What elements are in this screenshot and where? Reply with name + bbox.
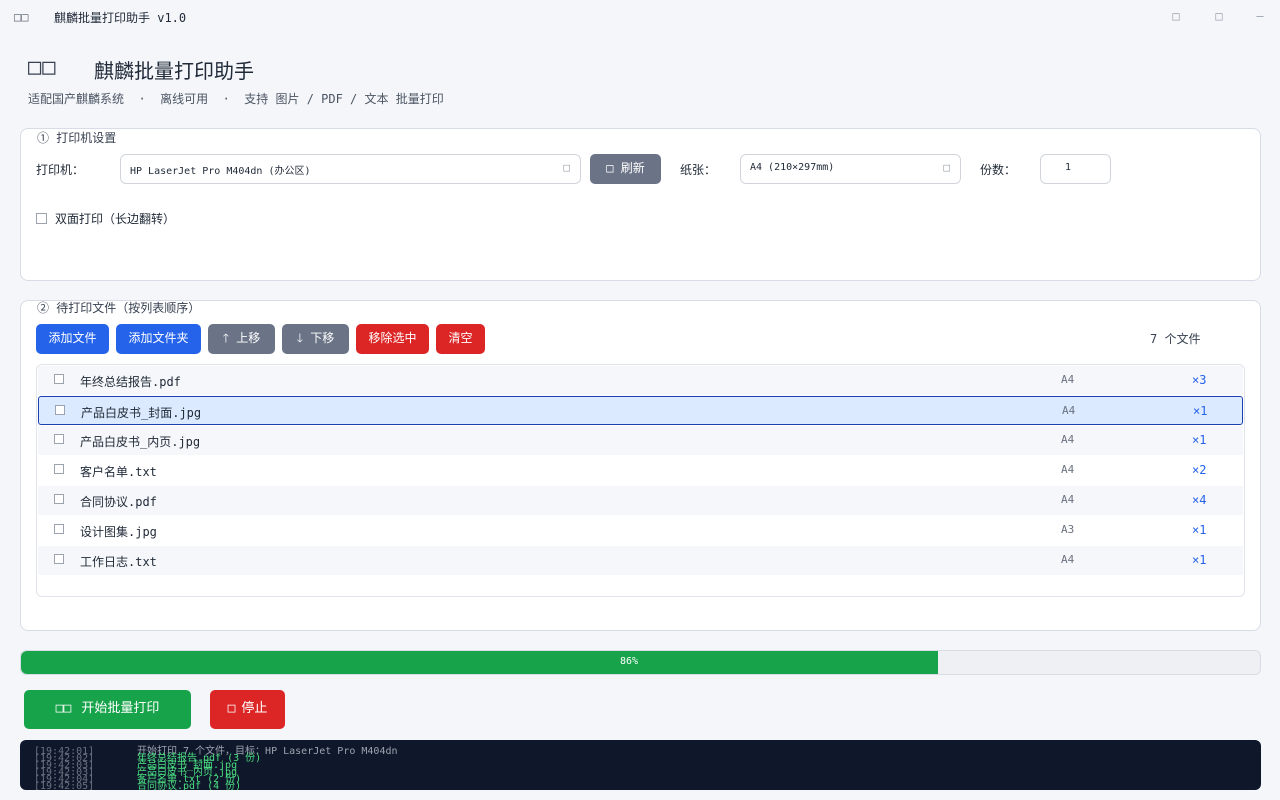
duplex-checkbox[interactable]: 双面打印（长边翻转） xyxy=(36,210,175,227)
file-copies: ×1 xyxy=(1192,433,1207,447)
file-copies: ×1 xyxy=(1193,404,1208,418)
printer-icon: □□ xyxy=(28,55,57,80)
printer-select-value: HP LaserJet Pro M404dn (办公区) xyxy=(130,166,311,177)
file-count: 7 个文件 xyxy=(1150,332,1201,346)
file-name: 设计图集.jpg xyxy=(80,525,157,539)
print-icon: □□ xyxy=(55,701,72,716)
app-icon: □□ xyxy=(14,10,29,24)
progress-text: 86% xyxy=(619,656,639,667)
printer-settings-group: ① 打印机设置 xyxy=(20,128,1261,281)
refresh-label: 刷新 xyxy=(620,161,645,175)
paper-select-value: A4 (210×297mm) xyxy=(750,162,835,173)
file-list-title: ② 待打印文件（按列表顺序） xyxy=(37,301,201,315)
start-print-button[interactable]: □□ 开始批量打印 xyxy=(24,690,191,729)
maximize-button[interactable]: □ xyxy=(1212,9,1226,23)
close-button[interactable]: — xyxy=(1253,9,1267,23)
row-checkbox[interactable] xyxy=(54,524,64,534)
file-row[interactable]: 工作日志.txt A4 ×1 xyxy=(38,546,1243,575)
copies-value: 1 xyxy=(1065,162,1072,173)
file-name: 合同协议.pdf xyxy=(80,495,157,509)
file-name: 产品白皮书_内页.jpg xyxy=(80,435,201,449)
checkbox-box[interactable] xyxy=(36,213,47,224)
file-name: 工作日志.txt xyxy=(80,555,157,569)
file-paper: A3 xyxy=(1061,523,1075,536)
file-paper: A4 xyxy=(1061,463,1075,476)
file-row[interactable]: 设计图集.jpg A3 ×1 xyxy=(38,516,1243,545)
file-paper: A4 xyxy=(1061,433,1075,446)
move-up-button[interactable]: 🡑 上移 xyxy=(208,324,275,354)
file-row[interactable]: 产品白皮书_内页.jpg A4 ×1 xyxy=(38,426,1243,455)
copies-spinbox[interactable]: 1 xyxy=(1040,154,1111,184)
printer-select[interactable]: HP LaserJet Pro M404dn (办公区) □ xyxy=(120,154,581,184)
printer-settings-title: ① 打印机设置 xyxy=(37,131,117,145)
paper-select[interactable]: A4 (210×297mm) □ xyxy=(740,154,961,184)
copies-label: 份数： xyxy=(980,163,1017,177)
row-checkbox[interactable] xyxy=(54,494,64,504)
row-checkbox[interactable] xyxy=(54,374,64,384)
file-paper: A4 xyxy=(1062,404,1076,417)
stop-icon: □ xyxy=(227,701,236,716)
row-checkbox[interactable] xyxy=(54,434,64,444)
chevron-down-icon: □ xyxy=(943,161,950,174)
add-folder-button[interactable]: 添加文件夹 xyxy=(116,324,201,354)
file-copies: ×3 xyxy=(1192,373,1207,387)
window-title: 麒麟批量打印助手 v1.0 xyxy=(54,11,187,25)
row-checkbox[interactable] xyxy=(54,554,64,564)
stop-label: 停止 xyxy=(241,701,268,716)
move-down-label: 下移 xyxy=(310,331,335,345)
page-title: 麒麟批量打印助手 xyxy=(94,59,254,83)
print-progress-bar: 86% xyxy=(20,650,1261,675)
row-checkbox[interactable] xyxy=(55,405,65,415)
arrow-down-icon: 🡓 xyxy=(296,331,303,345)
file-name: 年终总结报告.pdf xyxy=(80,375,181,389)
chevron-down-icon: □ xyxy=(563,161,570,174)
arrow-up-icon: 🡑 xyxy=(222,331,229,345)
log-message: 合同协议.pdf (4 份) xyxy=(137,781,242,791)
paper-label: 纸张： xyxy=(680,163,717,177)
duplex-label: 双面打印（长边翻转） xyxy=(55,212,176,226)
file-name: 客户名单.txt xyxy=(80,465,157,479)
file-row[interactable]: 年终总结报告.pdf A4 ×3 xyxy=(38,366,1243,395)
file-paper: A4 xyxy=(1061,493,1075,506)
clear-button[interactable]: 清空 xyxy=(436,324,485,354)
file-copies: ×2 xyxy=(1192,463,1207,477)
stop-button[interactable]: □ 停止 xyxy=(210,690,285,729)
file-list[interactable]: 年终总结报告.pdf A4 ×3 产品白皮书_封面.jpg A4 ×1 产品白皮书_内页.j… xyxy=(36,364,1245,597)
file-copies: ×1 xyxy=(1192,523,1207,537)
log-time: [19:42:05] xyxy=(34,781,95,791)
minimize-button[interactable]: □ xyxy=(1169,9,1183,23)
add-file-button[interactable]: 添加文件 xyxy=(36,324,109,354)
file-copies: ×4 xyxy=(1192,493,1207,507)
log-line: [19:42:05] 合同协议.pdf (4 份) xyxy=(34,781,242,791)
file-name: 产品白皮书_封面.jpg xyxy=(81,406,202,420)
refresh-icon: □ xyxy=(606,161,614,175)
row-checkbox[interactable] xyxy=(54,464,64,474)
file-row[interactable]: 产品白皮书_封面.jpg A4 ×1 xyxy=(38,396,1243,425)
start-print-label: 开始批量打印 xyxy=(81,701,160,716)
log-panel[interactable]: [19:42:01] 开始打印 7 个文件，目标：HP LaserJet Pro … xyxy=(20,740,1261,790)
move-up-label: 上移 xyxy=(236,331,261,345)
move-down-button[interactable]: 🡓 下移 xyxy=(282,324,349,354)
file-paper: A4 xyxy=(1061,553,1075,566)
remove-selected-button[interactable]: 移除选中 xyxy=(356,324,429,354)
printer-label: 打印机： xyxy=(36,163,85,177)
file-copies: ×1 xyxy=(1192,553,1207,567)
file-paper: A4 xyxy=(1061,373,1075,386)
file-row[interactable]: 合同协议.pdf A4 ×4 xyxy=(38,486,1243,515)
page-subtitle: 适配国产麒麟系统 · 离线可用 · 支持 图片 / PDF / 文本 批量打印 xyxy=(28,92,444,106)
refresh-button[interactable]: □ 刷新 xyxy=(590,154,661,184)
file-row[interactable]: 客户名单.txt A4 ×2 xyxy=(38,456,1243,485)
title-bar: □□ 麒麟批量打印助手 v1.0 □ □ — xyxy=(0,0,1280,32)
